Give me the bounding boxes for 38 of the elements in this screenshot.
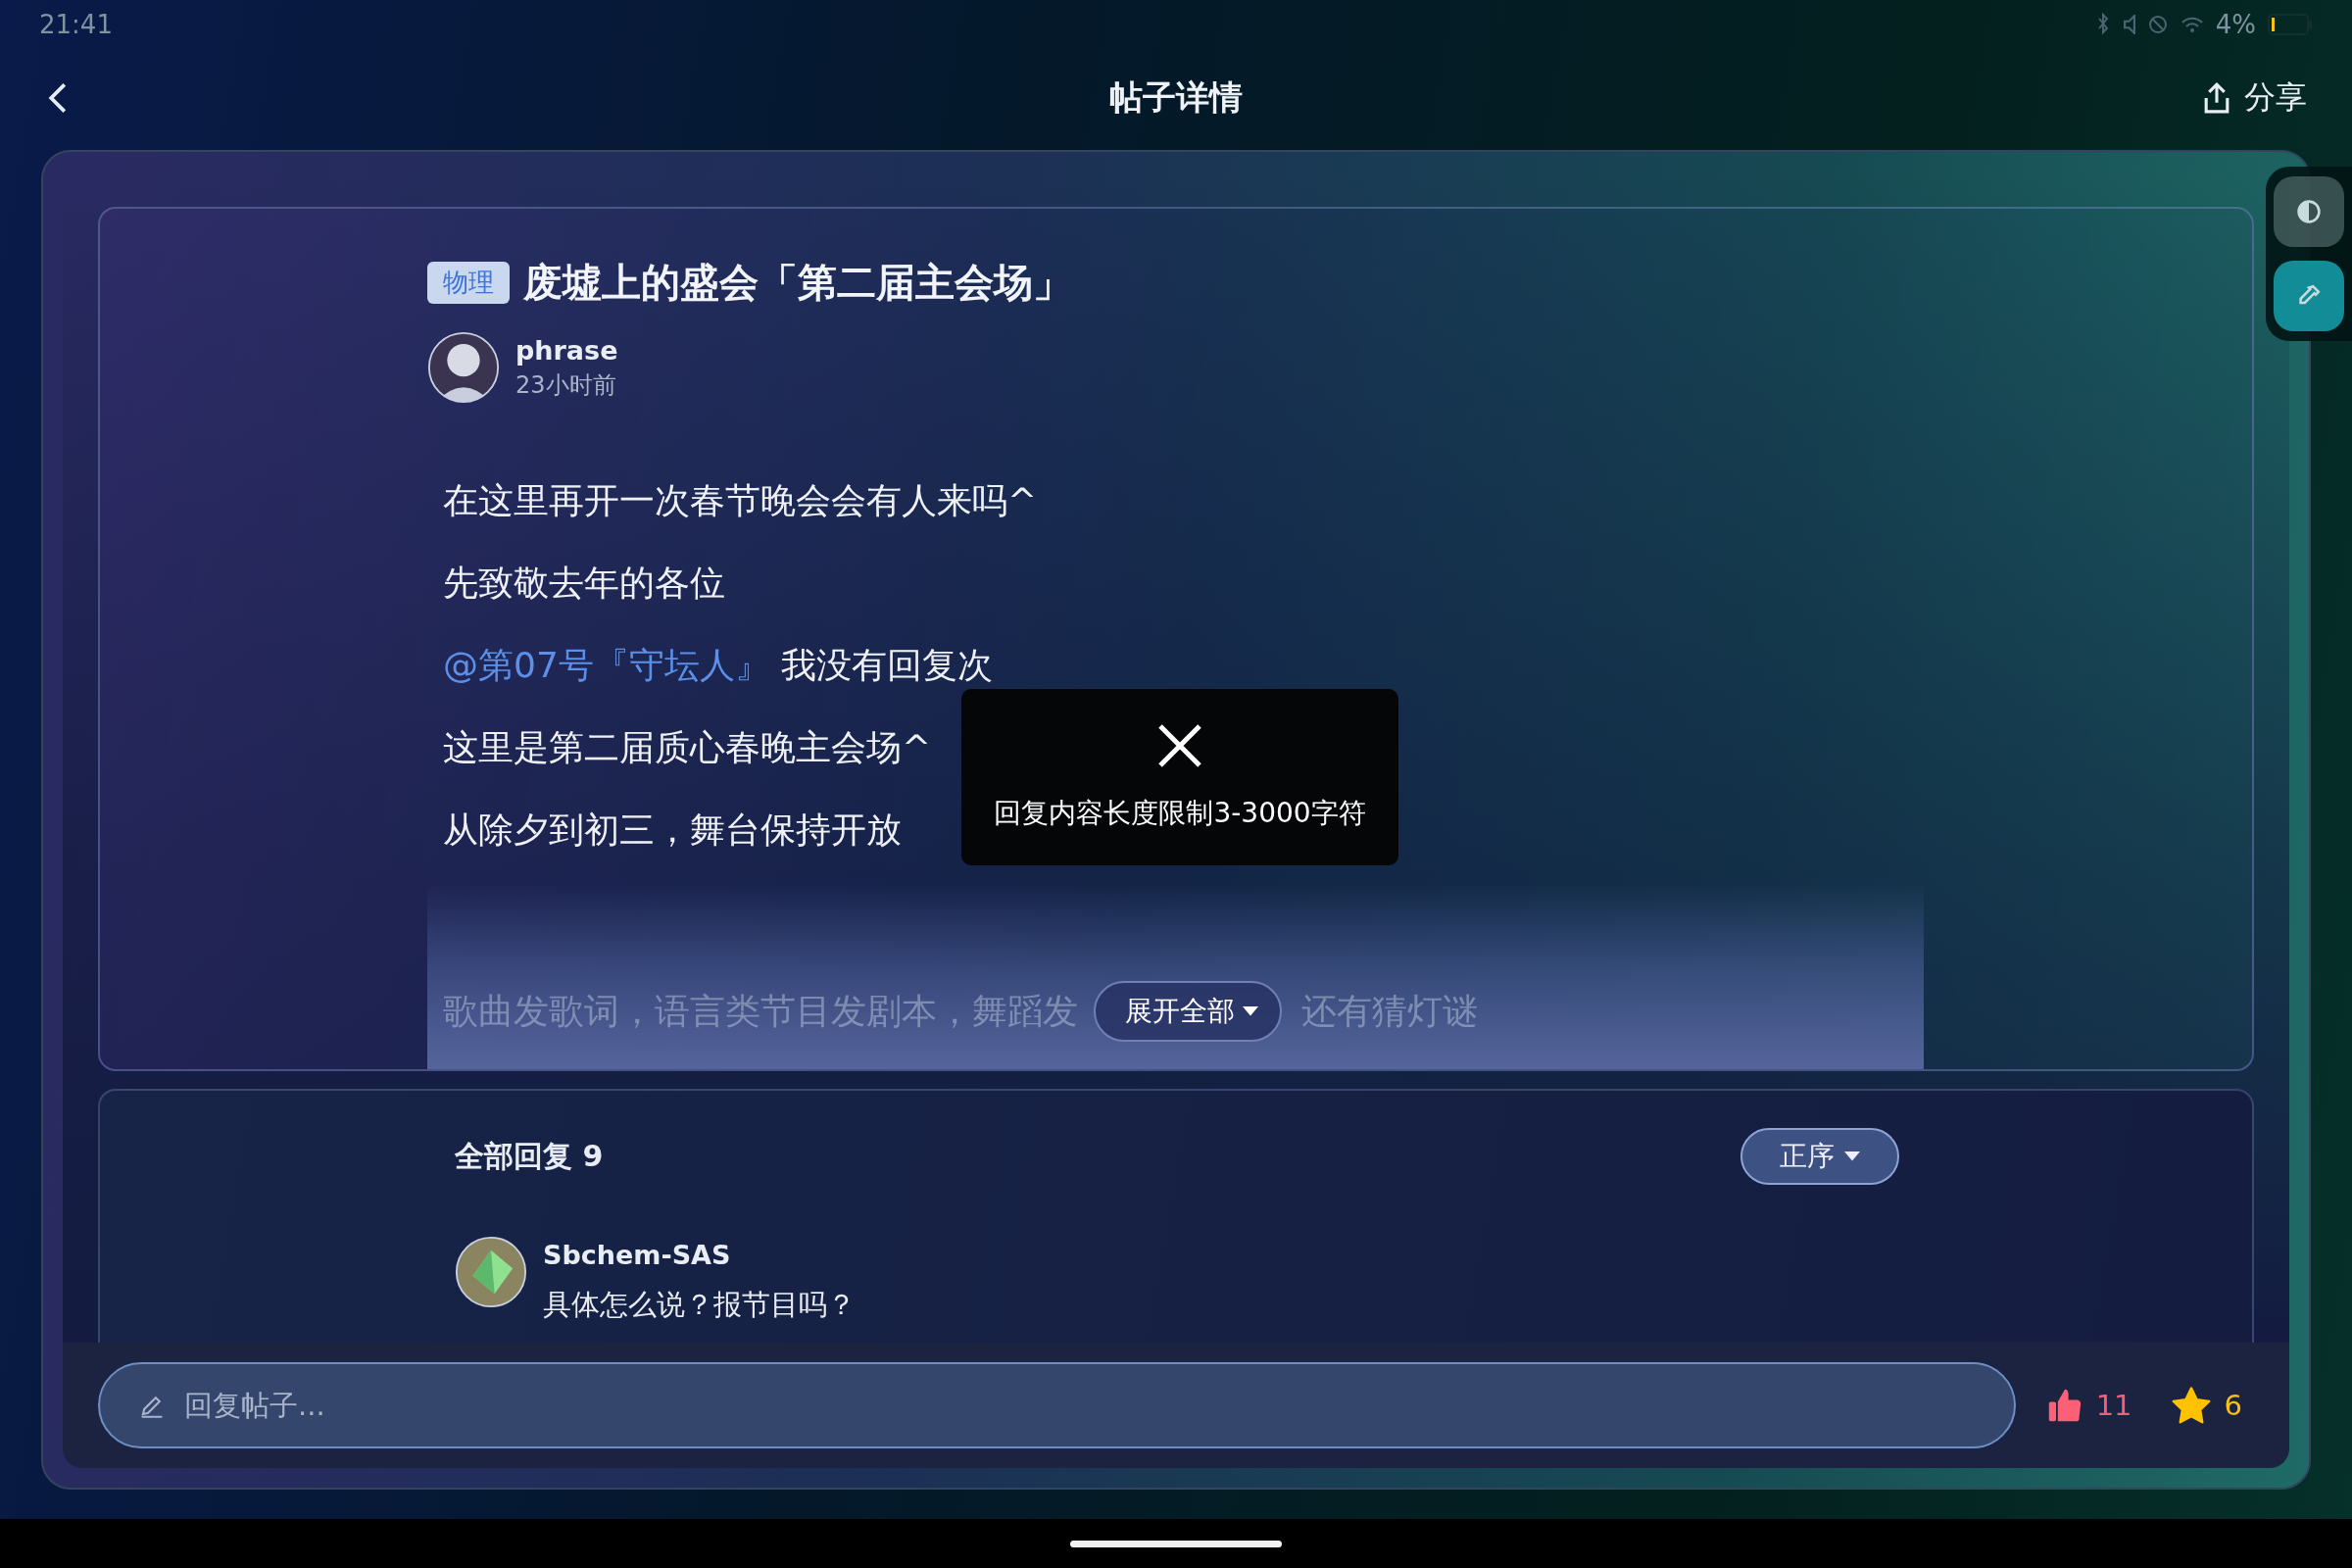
mention-link[interactable]: @第07号『守坛人』 bbox=[443, 645, 770, 685]
tool-button[interactable] bbox=[2274, 261, 2344, 331]
post-time: 23小时前 bbox=[515, 369, 617, 401]
status-time: 21:41 bbox=[39, 10, 113, 39]
page-title: 帖子详情 bbox=[1109, 76, 1243, 119]
do-not-disturb-icon bbox=[2146, 14, 2169, 35]
reply-input[interactable]: 回复帖子... bbox=[98, 1362, 2016, 1448]
share-button[interactable]: 分享 bbox=[2197, 73, 2311, 123]
wifi-icon bbox=[2180, 15, 2204, 34]
faded-text: 还有猜灯谜 bbox=[1301, 989, 1478, 1033]
caret-icon bbox=[1844, 1152, 1860, 1161]
post-paragraph: 从除夕到初三，舞台保持开放 bbox=[443, 808, 902, 852]
post-paragraph: 先致敬去年的各位 bbox=[443, 562, 725, 605]
post-paragraph: 在这里再开一次春节晚会会有人来吗^ bbox=[443, 479, 1038, 522]
toast-message: 回复内容长度限制3-3000字符 bbox=[994, 796, 1366, 831]
faded-text: 歌曲发歌词，语言类节目发剧本，舞蹈发 bbox=[443, 989, 1078, 1033]
battery-icon bbox=[2268, 14, 2313, 35]
star-icon bbox=[2171, 1387, 2211, 1424]
category-tag: 物理 bbox=[427, 262, 510, 304]
replies-heading: 全部回复 9 bbox=[455, 1137, 604, 1175]
post-paragraph: 这里是第二届质心春晚主会场^ bbox=[443, 726, 932, 769]
favorite-button[interactable]: 6 bbox=[2163, 1387, 2250, 1424]
home-indicator[interactable] bbox=[1070, 1540, 1282, 1547]
author-name[interactable]: phrase bbox=[515, 334, 618, 366]
close-icon bbox=[1156, 722, 1203, 769]
thumbs-up-icon bbox=[2046, 1388, 2082, 1423]
expand-button[interactable]: 展开全部 bbox=[1094, 981, 1282, 1042]
battery-percent: 4% bbox=[2215, 10, 2256, 39]
caret-icon bbox=[1243, 1006, 1258, 1016]
post-paragraph: @第07号『守坛人』 我没有回复次 bbox=[443, 644, 994, 687]
sort-button[interactable]: 正序 bbox=[1740, 1128, 1899, 1185]
mute-icon bbox=[2123, 15, 2135, 34]
commenter-name[interactable]: Sbchem-SAS bbox=[543, 1240, 856, 1270]
tool-button[interactable] bbox=[2274, 176, 2344, 247]
comment-text: 具体怎么说？报节目吗？ bbox=[543, 1287, 856, 1323]
contrast-icon bbox=[2296, 199, 2322, 224]
post-title: 废墟上的盛会「第二届主会场」 bbox=[523, 259, 1072, 307]
like-button[interactable]: 11 bbox=[2038, 1388, 2140, 1423]
